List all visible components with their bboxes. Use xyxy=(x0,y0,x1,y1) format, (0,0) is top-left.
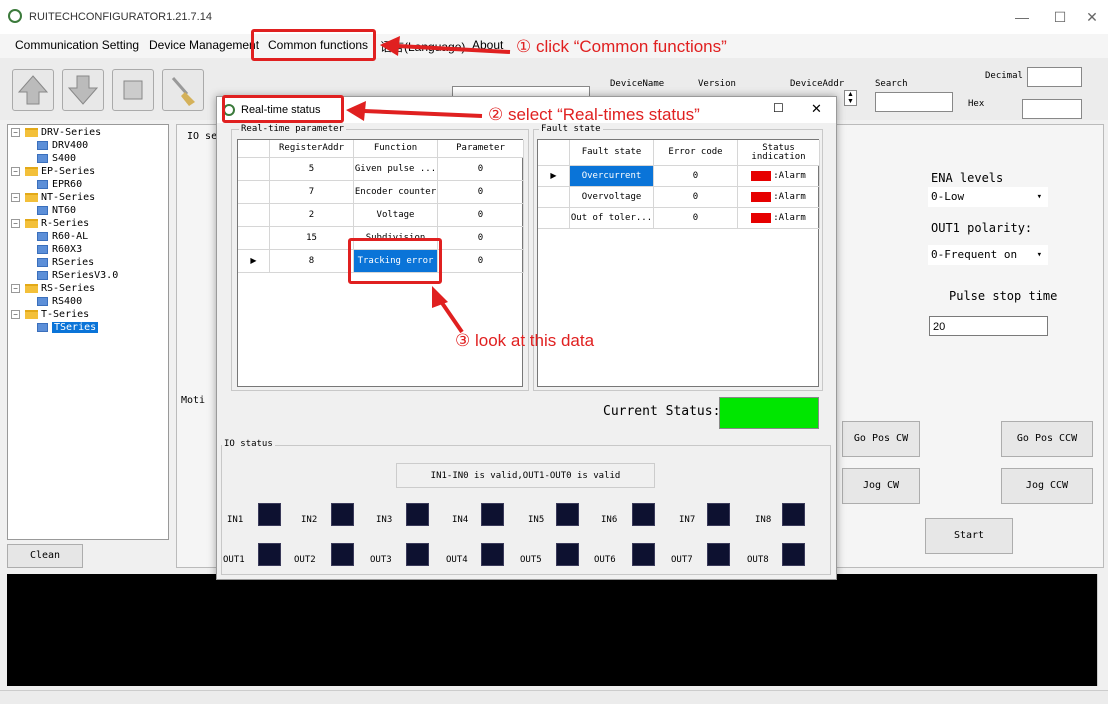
annotation-step-3: ③ look at this data xyxy=(455,331,595,350)
arrow-head-icon xyxy=(346,101,366,121)
annotation-step-1: ① click “Common functions” xyxy=(516,37,727,56)
arrow-head-icon xyxy=(380,36,400,56)
annotation-step-2: ② select “Real-times status” xyxy=(488,105,700,124)
annotation-arrow-3 xyxy=(438,298,464,334)
annotation-arrow-1 xyxy=(397,44,511,54)
annotation-arrow-2 xyxy=(363,109,483,118)
